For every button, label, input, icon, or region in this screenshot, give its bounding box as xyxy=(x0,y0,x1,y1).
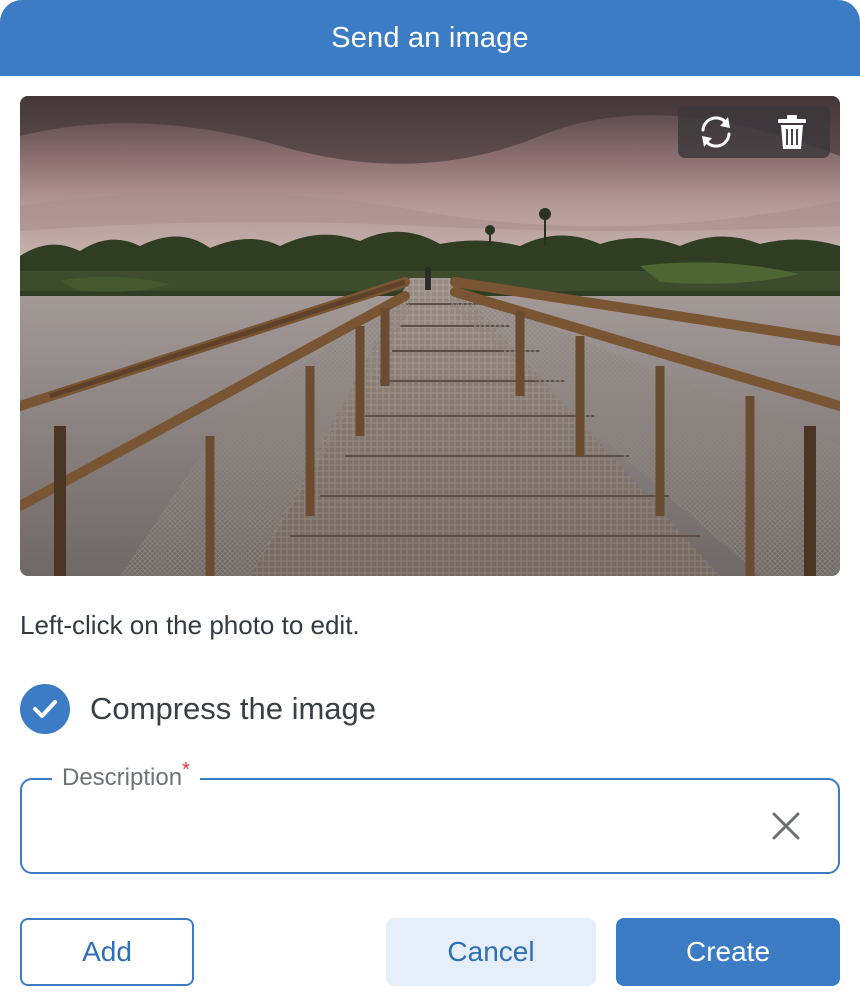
delete-image-button[interactable] xyxy=(768,108,816,156)
image-toolbar xyxy=(678,106,830,158)
compress-checkbox[interactable] xyxy=(20,684,70,734)
compress-label: Compress the image xyxy=(90,691,377,726)
trash-icon xyxy=(778,115,806,149)
description-label: Description* xyxy=(52,760,200,796)
refresh-icon xyxy=(701,116,731,148)
checkmark-icon xyxy=(33,700,57,718)
description-field: Description* xyxy=(20,760,840,874)
dialog-header: Send an image xyxy=(0,0,860,76)
cancel-button[interactable]: Cancel xyxy=(386,918,596,986)
close-icon xyxy=(772,812,800,840)
add-button[interactable]: Add xyxy=(20,918,194,986)
clear-description-button[interactable] xyxy=(770,810,802,842)
replace-image-button[interactable] xyxy=(692,108,740,156)
image-preview[interactable] xyxy=(20,96,840,576)
send-image-dialog: Send an image Left-click on the photo to… xyxy=(0,0,860,1006)
boardwalk-photo xyxy=(20,96,840,576)
create-button[interactable]: Create xyxy=(616,918,840,986)
description-input[interactable] xyxy=(40,800,744,852)
edit-hint: Left-click on the photo to edit. xyxy=(20,610,360,640)
compress-option[interactable]: Compress the image xyxy=(20,684,376,734)
dialog-title: Send an image xyxy=(331,21,529,54)
required-marker: * xyxy=(182,759,190,781)
